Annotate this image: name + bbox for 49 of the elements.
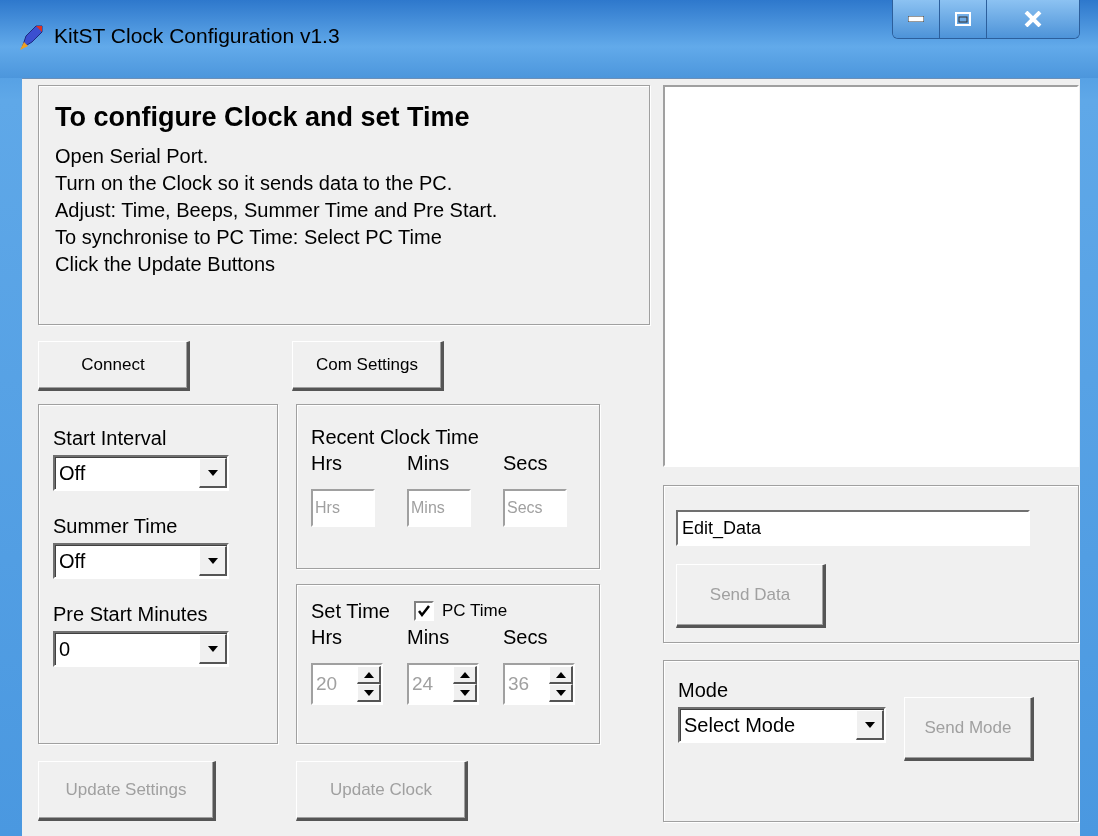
caret-icon bbox=[207, 645, 218, 652]
column-label: Mins bbox=[407, 625, 451, 650]
checkbox-label: PC Time bbox=[441, 601, 508, 621]
up-arrow-icon bbox=[555, 671, 566, 678]
dropdown-arrow-button[interactable] bbox=[199, 546, 227, 576]
dropdown[interactable]: 0 bbox=[53, 631, 229, 667]
dropdown[interactable]: Off bbox=[53, 543, 229, 579]
down-arrow-icon bbox=[459, 689, 470, 696]
group-title: Recent Clock Time bbox=[311, 426, 479, 448]
dropdown-arrow-button[interactable] bbox=[856, 710, 884, 740]
instruction-line: Turn on the Clock so it sends data to the PC. bbox=[55, 171, 454, 196]
group-title: Set Time bbox=[311, 599, 390, 623]
down-arrow-icon bbox=[363, 689, 374, 696]
dropdown-arrow-button[interactable] bbox=[199, 634, 227, 664]
dropdown[interactable]: Off bbox=[53, 455, 229, 491]
caret-icon bbox=[207, 557, 218, 564]
close-button[interactable] bbox=[987, 0, 1079, 38]
com-settings-button[interactable]: Com Settings bbox=[292, 341, 444, 391]
minimize-icon bbox=[908, 16, 924, 22]
minimize-button[interactable] bbox=[893, 0, 940, 38]
column-label: Hrs bbox=[311, 625, 344, 650]
up-arrow-icon bbox=[363, 671, 374, 678]
setting-label: Summer Time bbox=[53, 514, 179, 539]
setting-label: Start Interval bbox=[53, 426, 168, 451]
up-arrow-icon bbox=[459, 671, 470, 678]
instruction-line: Click the Update Buttons bbox=[55, 252, 277, 277]
instruction-line: Open Serial Port. bbox=[55, 144, 210, 169]
input-field[interactable]: Edit_Data bbox=[676, 510, 1030, 546]
window-title: KitST Clock Configuration v1.3 bbox=[54, 24, 340, 48]
checkbox[interactable] bbox=[413, 601, 434, 621]
maximize-icon bbox=[955, 12, 971, 26]
caret-icon bbox=[864, 721, 875, 728]
column-label: Secs bbox=[503, 451, 549, 476]
dropdown-arrow-button[interactable] bbox=[199, 458, 227, 488]
column-label: Mins bbox=[407, 451, 451, 476]
instruction-line: Adjust: Time, Beeps, Summer Time and Pre Start. bbox=[55, 198, 499, 223]
maximize-button[interactable] bbox=[940, 0, 987, 38]
instructions-heading: To configure Clock and set Time bbox=[55, 102, 471, 133]
instruction-line: To synchronise to PC Time: Select PC Time bbox=[55, 225, 443, 250]
down-arrow-icon bbox=[555, 689, 566, 696]
dropdown[interactable]: Select Mode bbox=[678, 707, 886, 743]
column-label: Hrs bbox=[311, 451, 344, 476]
column-label: Secs bbox=[503, 625, 549, 650]
connect-button[interactable]: Connect bbox=[38, 341, 190, 391]
caret-icon bbox=[207, 469, 218, 476]
setting-label: Pre Start Minutes bbox=[53, 602, 209, 627]
checkmark-icon bbox=[416, 604, 431, 618]
close-icon bbox=[1024, 11, 1042, 27]
mode-label: Mode bbox=[678, 678, 730, 703]
